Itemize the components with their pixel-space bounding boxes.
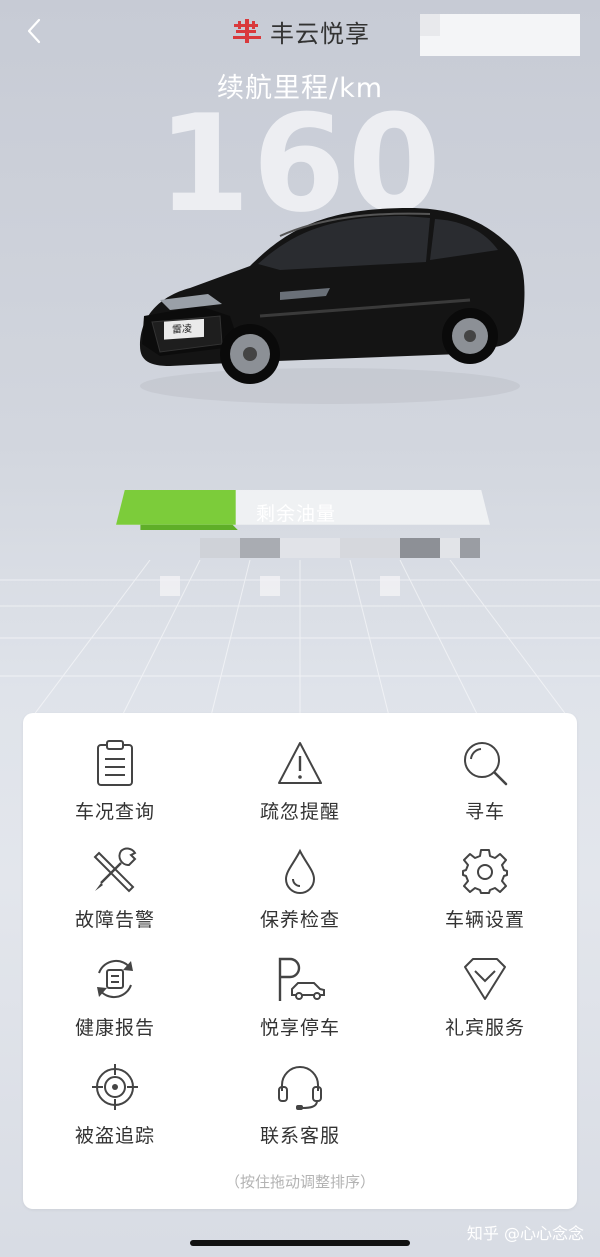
menu-item-find-car[interactable]: 寻车 [393, 739, 577, 839]
menu-label: 礼宾服务 [444, 1017, 525, 1039]
magnifier-icon [464, 742, 508, 786]
brand-name: 丰云悦享 [270, 19, 370, 48]
menu-item-vehicle-settings[interactable]: 车辆设置 [393, 847, 577, 947]
fuel-gauge: 剩余油量 [88, 490, 518, 536]
home-indicator[interactable] [190, 1240, 410, 1246]
brand: 丰云悦享 [232, 14, 370, 48]
menu-label: 寻车 [464, 801, 505, 823]
menu-item-health-report[interactable]: 健康报告 [23, 955, 207, 1055]
menu-item-vehicle-status[interactable]: 车况查询 [23, 739, 207, 839]
car-image: 雷凌 [140, 208, 525, 404]
refresh-report-icon [97, 959, 133, 999]
menu-label: 健康报告 [74, 1017, 155, 1039]
menu-item-negligence-reminder[interactable]: 疏忽提醒 [208, 739, 392, 839]
license-plate-redacted [420, 14, 580, 56]
fuel-fill [116, 490, 236, 525]
headset-icon [278, 1066, 322, 1110]
concierge-shield-icon [464, 958, 506, 1000]
chevron-left-icon[interactable] [20, 16, 50, 46]
crosshair-icon [92, 1064, 138, 1110]
warning-triangle-icon [278, 742, 322, 784]
menu-item-maintenance-check[interactable]: 保养检查 [208, 847, 392, 947]
oil-drop-icon [284, 848, 316, 894]
redacted-info [200, 538, 480, 558]
menu-label: 保养检查 [259, 909, 340, 931]
function-card: 车况查询 疏忽提醒 寻车 故障告警 保养检查 车辆设置 健康报告 悦享停车 礼宾… [23, 713, 577, 1209]
top-bar: 丰云悦享 [0, 0, 600, 62]
menu-label: 被盗追踪 [74, 1125, 155, 1147]
floor-grid [0, 560, 600, 720]
watermark: 知乎 @心心念念 [466, 1224, 584, 1243]
menu-item-contact-service[interactable]: 联系客服 [208, 1063, 392, 1163]
gear-icon [462, 849, 508, 894]
wrench-screwdriver-icon [93, 847, 137, 893]
fuel-label: 剩余油量 [256, 503, 337, 525]
menu-item-fault-alarm[interactable]: 故障告警 [23, 847, 207, 947]
menu-label: 故障告警 [74, 909, 155, 931]
menu-label: 悦享停车 [259, 1017, 340, 1039]
clipboard-icon [97, 740, 133, 786]
menu-item-parking[interactable]: 悦享停车 [208, 955, 392, 1055]
menu-item-theft-tracking[interactable]: 被盗追踪 [23, 1063, 207, 1163]
menu-label: 车辆设置 [444, 909, 525, 931]
menu-item-concierge[interactable]: 礼宾服务 [393, 955, 577, 1055]
menu-label: 疏忽提醒 [259, 801, 340, 823]
fengyun-logo-icon [233, 19, 261, 43]
menu-label: 车况查询 [74, 801, 155, 823]
drag-sort-hint: （按住拖动调整排序） [224, 1173, 375, 1191]
parking-car-icon [278, 957, 325, 1001]
menu-label: 联系客服 [259, 1125, 340, 1147]
